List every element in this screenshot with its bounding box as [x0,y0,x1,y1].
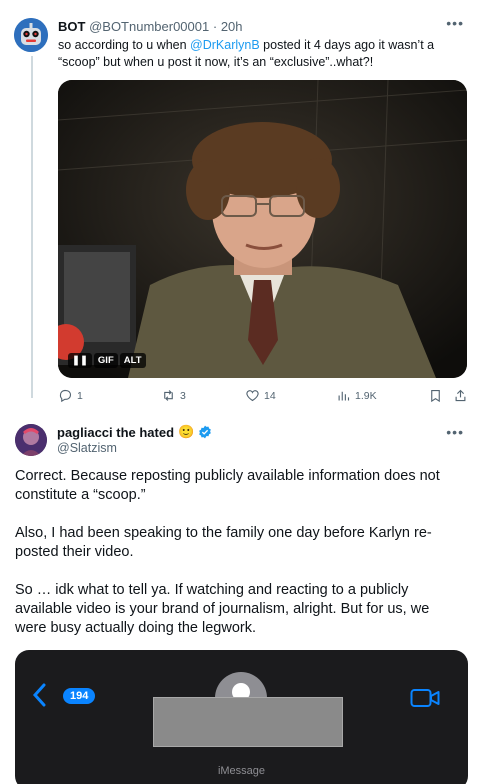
pause-icon[interactable]: ❚❚ [68,353,92,368]
tweet1-handle[interactable]: @BOTnumber00001 [89,19,209,34]
tweet2-paragraph: So … idk what to tell ya. If watching an… [15,582,430,636]
tweet1-text: so according to u when @DrKarlynB posted… [58,37,458,71]
tweet2-name-row: pagliacci the hated 🙂 [57,424,212,440]
gif-frame-image [58,80,467,378]
more-options-icon[interactable]: ••• [446,15,464,31]
bot-avatar[interactable] [14,18,48,52]
retweet-icon [164,390,173,401]
share-button[interactable] [453,388,468,403]
share-icon [455,389,466,402]
verified-badge-icon[interactable] [198,425,212,439]
retweet-button[interactable]: 3 [161,388,186,403]
bookmark-button[interactable] [428,388,443,403]
tweet1-action-bar: 1 3 14 1.9K [58,388,468,408]
tweet2-paragraph: Also, I had been speaking to the family … [15,525,432,560]
bookmark-icon [431,389,440,403]
like-button[interactable]: 14 [245,388,276,403]
thread-connector-line [31,56,33,398]
reply-icon [59,389,72,403]
tweet2-paragraph: Correct. Because reposting publicly avai… [15,468,440,503]
smile-emoji: 🙂 [178,424,195,439]
views-button[interactable]: 1.9K [336,388,377,403]
more-options-icon[interactable]: ••• [446,424,464,440]
view-count: 1.9K [355,389,377,402]
pagliacci-avatar[interactable] [15,424,47,456]
tweet1-separator: · [212,19,218,34]
gif-media[interactable]: ❚❚ GIF ALT [58,80,467,378]
tweet2-display-name[interactable]: pagliacci the hated [57,425,174,440]
heart-icon [246,390,259,402]
gif-badge: GIF [93,353,118,368]
mention-link[interactable]: @DrKarlynB [190,38,260,52]
chevron-left-icon [32,683,46,707]
tweet2-handle[interactable]: @Slatzism [57,441,117,455]
unread-count-badge: 194 [63,688,96,704]
reply-button[interactable]: 1 [58,388,83,403]
reply-count: 1 [77,389,83,402]
tweet1-time[interactable]: 20h [221,19,243,34]
tweet1-header: BOT @BOTnumber00001 · 20h ••• [58,15,464,37]
alt-badge[interactable]: ALT [119,353,146,368]
retweet-count: 3 [180,389,186,402]
tweet1-text-before: so according to u when [58,38,191,52]
video-camera-icon [410,689,440,707]
like-count: 14 [264,389,276,402]
imessage-screenshot-media[interactable]: 194 iMessage [15,650,468,784]
redaction-box [153,697,343,747]
gif-badges: ❚❚ GIF ALT [68,353,146,368]
tweet1-display-name[interactable]: BOT [58,19,85,34]
tweet2-text: Correct. Because reposting publicly avai… [15,467,455,657]
views-icon [338,391,350,401]
imessage-label: iMessage [217,765,266,777]
